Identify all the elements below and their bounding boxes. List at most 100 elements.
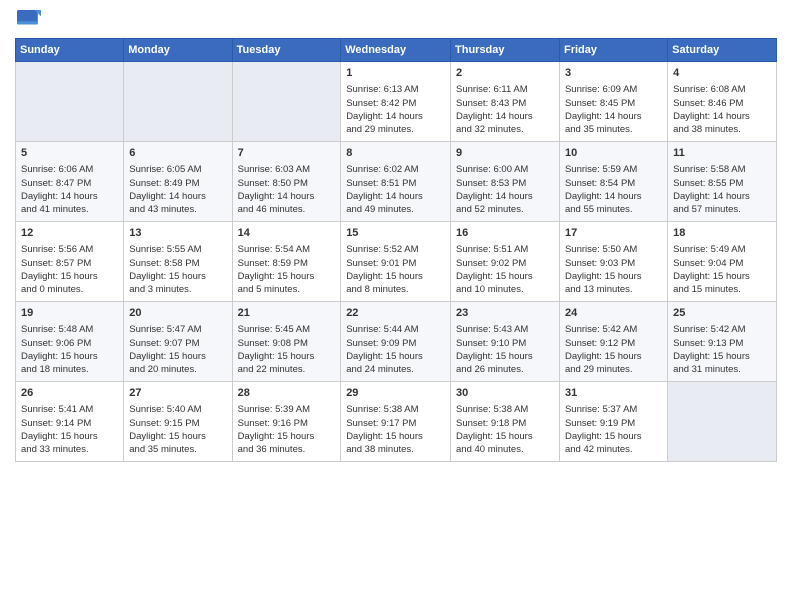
day-info: Daylight: 15 hours bbox=[21, 430, 118, 443]
header-cell-friday: Friday bbox=[559, 39, 667, 62]
day-cell: 18Sunrise: 5:49 AMSunset: 9:04 PMDayligh… bbox=[668, 222, 777, 302]
day-info: Sunset: 9:09 PM bbox=[346, 337, 445, 350]
day-info: Daylight: 15 hours bbox=[346, 430, 445, 443]
day-info: Daylight: 15 hours bbox=[129, 430, 226, 443]
day-info: Daylight: 15 hours bbox=[456, 270, 554, 283]
week-row-4: 19Sunrise: 5:48 AMSunset: 9:06 PMDayligh… bbox=[16, 302, 777, 382]
day-number: 4 bbox=[673, 66, 771, 81]
day-info: Sunset: 9:07 PM bbox=[129, 337, 226, 350]
day-number: 26 bbox=[21, 386, 118, 401]
week-row-5: 26Sunrise: 5:41 AMSunset: 9:14 PMDayligh… bbox=[16, 382, 777, 462]
day-number: 2 bbox=[456, 66, 554, 81]
day-cell: 16Sunrise: 5:51 AMSunset: 9:02 PMDayligh… bbox=[451, 222, 560, 302]
day-number: 10 bbox=[565, 146, 662, 161]
day-info: Sunrise: 5:44 AM bbox=[346, 323, 445, 336]
day-number: 27 bbox=[129, 386, 226, 401]
day-info: and 26 minutes. bbox=[456, 363, 554, 376]
day-number: 25 bbox=[673, 306, 771, 321]
logo-icon bbox=[17, 10, 41, 30]
day-info: Daylight: 15 hours bbox=[238, 430, 336, 443]
day-info: Sunset: 8:57 PM bbox=[21, 257, 118, 270]
day-info: Sunset: 9:15 PM bbox=[129, 417, 226, 430]
day-number: 16 bbox=[456, 226, 554, 241]
day-info: Sunrise: 5:40 AM bbox=[129, 403, 226, 416]
day-info: Sunset: 9:01 PM bbox=[346, 257, 445, 270]
day-cell: 31Sunrise: 5:37 AMSunset: 9:19 PMDayligh… bbox=[559, 382, 667, 462]
day-info: Sunset: 9:03 PM bbox=[565, 257, 662, 270]
day-cell: 27 Sunrise: 5:40 AMSunset: 9:15 PMDayligh… bbox=[124, 382, 232, 462]
header-cell-thursday: Thursday bbox=[451, 39, 560, 62]
day-info: Sunrise: 6:05 AM bbox=[129, 163, 226, 176]
day-cell: 22Sunrise: 5:44 AMSunset: 9:09 PMDayligh… bbox=[341, 302, 451, 382]
day-info: Sunset: 9:12 PM bbox=[565, 337, 662, 350]
day-info: Sunset: 9:19 PM bbox=[565, 417, 662, 430]
day-info: Daylight: 15 hours bbox=[565, 270, 662, 283]
day-info: Sunset: 9:16 PM bbox=[238, 417, 336, 430]
day-info: Sunrise: 5:47 AM bbox=[129, 323, 226, 336]
day-number: 29 bbox=[346, 386, 445, 401]
day-info: Sunset: 8:43 PM bbox=[456, 97, 554, 110]
day-info: and 29 minutes. bbox=[346, 123, 445, 136]
day-info: and 3 minutes. bbox=[129, 283, 226, 296]
day-number: 15 bbox=[346, 226, 445, 241]
day-info: Daylight: 14 hours bbox=[346, 110, 445, 123]
day-info: Sunset: 8:50 PM bbox=[238, 177, 336, 190]
day-cell: 20Sunrise: 5:47 AMSunset: 9:07 PMDayligh… bbox=[124, 302, 232, 382]
day-info: and 29 minutes. bbox=[565, 363, 662, 376]
day-info: Sunrise: 5:59 AM bbox=[565, 163, 662, 176]
day-info: Sunset: 8:53 PM bbox=[456, 177, 554, 190]
day-cell bbox=[232, 62, 341, 142]
day-info: and 42 minutes. bbox=[565, 443, 662, 456]
day-info: Daylight: 15 hours bbox=[673, 270, 771, 283]
day-info: Daylight: 15 hours bbox=[21, 270, 118, 283]
day-info: Daylight: 14 hours bbox=[673, 190, 771, 203]
day-info: Sunrise: 5:43 AM bbox=[456, 323, 554, 336]
week-row-3: 12Sunrise: 5:56 AMSunset: 8:57 PMDayligh… bbox=[16, 222, 777, 302]
day-info: Daylight: 15 hours bbox=[565, 350, 662, 363]
day-info: Sunrise: 5:42 AM bbox=[565, 323, 662, 336]
day-info: Daylight: 15 hours bbox=[129, 270, 226, 283]
day-info: Daylight: 14 hours bbox=[129, 190, 226, 203]
day-info: Sunset: 9:10 PM bbox=[456, 337, 554, 350]
day-info: Sunrise: 5:52 AM bbox=[346, 243, 445, 256]
day-info: Sunrise: 5:41 AM bbox=[21, 403, 118, 416]
week-row-2: 5Sunrise: 6:06 AMSunset: 8:47 PMDaylight… bbox=[16, 142, 777, 222]
day-info: Sunrise: 5:54 AM bbox=[238, 243, 336, 256]
day-info: Sunrise: 6:02 AM bbox=[346, 163, 445, 176]
day-info: and 43 minutes. bbox=[129, 203, 226, 216]
day-info: Sunset: 8:45 PM bbox=[565, 97, 662, 110]
day-info: Sunset: 9:14 PM bbox=[21, 417, 118, 430]
day-info: Sunset: 9:02 PM bbox=[456, 257, 554, 270]
day-info: Daylight: 15 hours bbox=[346, 350, 445, 363]
day-info: and 13 minutes. bbox=[565, 283, 662, 296]
day-info: Sunrise: 6:11 AM bbox=[456, 83, 554, 96]
day-info: and 31 minutes. bbox=[673, 363, 771, 376]
day-info: Sunrise: 5:38 AM bbox=[346, 403, 445, 416]
day-number: 19 bbox=[21, 306, 118, 321]
day-info: and 55 minutes. bbox=[565, 203, 662, 216]
week-row-1: 1Sunrise: 6:13 AMSunset: 8:42 PMDaylight… bbox=[16, 62, 777, 142]
header-cell-monday: Monday bbox=[124, 39, 232, 62]
day-cell: 3Sunrise: 6:09 AMSunset: 8:45 PMDaylight… bbox=[559, 62, 667, 142]
day-number: 31 bbox=[565, 386, 662, 401]
day-info: Sunrise: 5:39 AM bbox=[238, 403, 336, 416]
day-info: Sunset: 8:49 PM bbox=[129, 177, 226, 190]
day-cell: 17Sunrise: 5:50 AMSunset: 9:03 PMDayligh… bbox=[559, 222, 667, 302]
day-number: 11 bbox=[673, 146, 771, 161]
day-cell: 9Sunrise: 6:00 AMSunset: 8:53 PMDaylight… bbox=[451, 142, 560, 222]
day-cell: 13Sunrise: 5:55 AMSunset: 8:58 PMDayligh… bbox=[124, 222, 232, 302]
day-cell: 28Sunrise: 5:39 AMSunset: 9:16 PMDayligh… bbox=[232, 382, 341, 462]
day-info: Sunset: 9:13 PM bbox=[673, 337, 771, 350]
day-info: Sunset: 8:59 PM bbox=[238, 257, 336, 270]
day-cell: 11Sunrise: 5:58 AMSunset: 8:55 PMDayligh… bbox=[668, 142, 777, 222]
day-info: Sunrise: 5:49 AM bbox=[673, 243, 771, 256]
day-info: Daylight: 15 hours bbox=[129, 350, 226, 363]
day-info: Sunrise: 6:03 AM bbox=[238, 163, 336, 176]
calendar-body: 1Sunrise: 6:13 AMSunset: 8:42 PMDaylight… bbox=[16, 62, 777, 462]
day-cell: 24Sunrise: 5:42 AMSunset: 9:12 PMDayligh… bbox=[559, 302, 667, 382]
day-info: Sunset: 8:42 PM bbox=[346, 97, 445, 110]
day-cell: 23Sunrise: 5:43 AMSunset: 9:10 PMDayligh… bbox=[451, 302, 560, 382]
day-cell: 2Sunrise: 6:11 AMSunset: 8:43 PMDaylight… bbox=[451, 62, 560, 142]
day-info: Sunrise: 5:38 AM bbox=[456, 403, 554, 416]
day-info: Sunrise: 5:55 AM bbox=[129, 243, 226, 256]
